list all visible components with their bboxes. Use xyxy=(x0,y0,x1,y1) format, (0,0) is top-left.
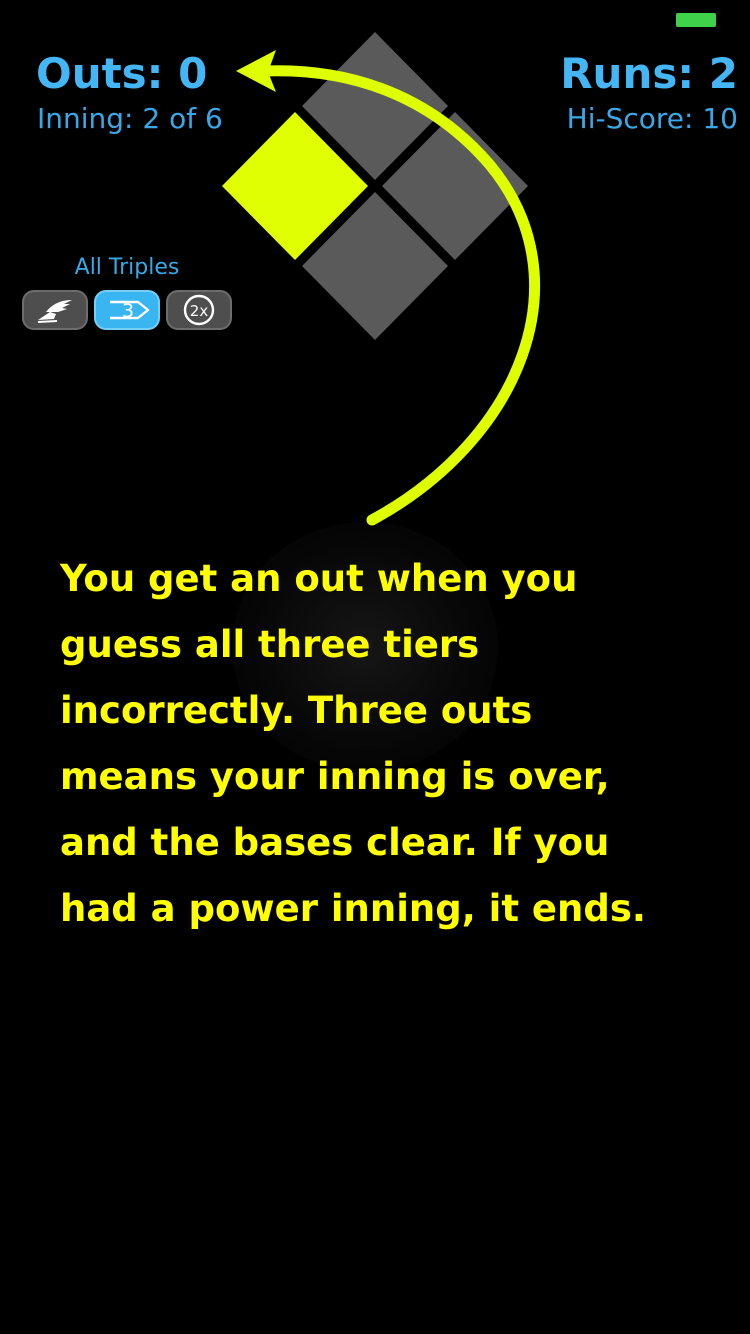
tutorial-line: and the bases clear. If you xyxy=(60,821,610,864)
tutorial-arrow xyxy=(236,50,540,526)
tutorial-message: You get an out when you guess all three … xyxy=(60,546,720,942)
tutorial-line: had a power inning, it ends. xyxy=(60,887,646,930)
arrow-curve xyxy=(259,65,540,526)
tutorial-line: incorrectly. Three outs xyxy=(60,689,533,732)
tutorial-line: means your inning is over, xyxy=(60,755,610,798)
tutorial-line: You get an out when you xyxy=(60,557,578,600)
tutorial-line: guess all three tiers xyxy=(60,623,480,666)
